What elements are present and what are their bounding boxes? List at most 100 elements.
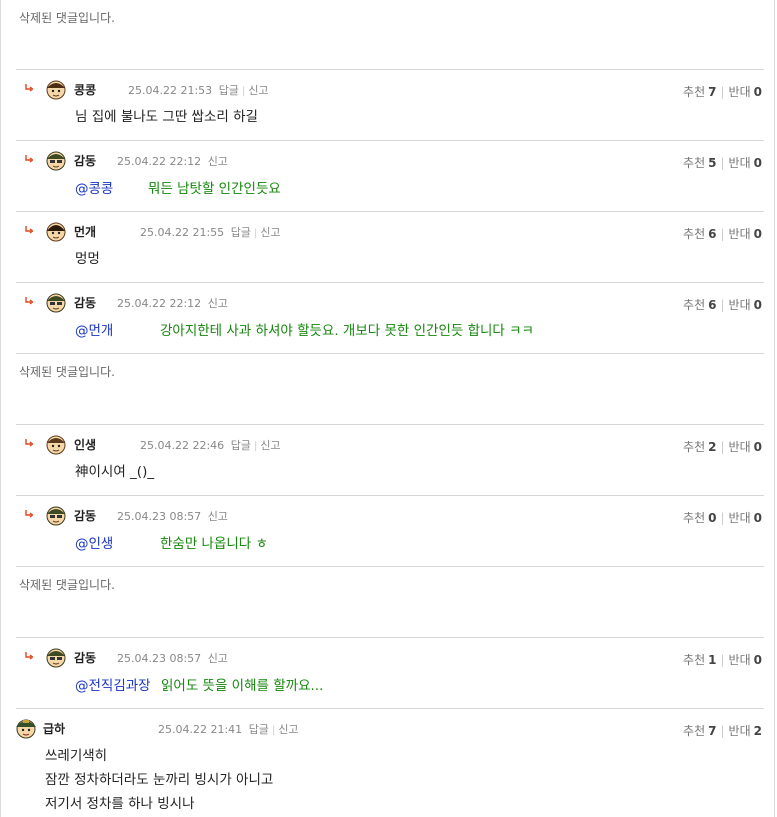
downvote-button[interactable]: 반대 0 — [729, 85, 762, 99]
comment-item: 감동 25.04.23 08:57 신고 추천 1 | 반대 0 @전직김과장 읽어도 … — [1, 638, 774, 708]
avatar-icon — [46, 151, 66, 171]
comment-text: 님 집에 불나도 그딴 쌉소리 하길 — [75, 109, 258, 125]
reply-arrow-icon — [25, 439, 33, 447]
downvote-button[interactable]: 반대 0 — [729, 227, 762, 241]
vote-counts: 추천 0 | 반대 0 — [683, 511, 762, 525]
comment-item: 급하 25.04.22 21:41 답글 | 신고 추천 7 | 반대 2 쓰레기색히 잠깐… — [1, 709, 774, 817]
mention-link[interactable]: @콩콩 — [75, 177, 113, 197]
upvote-button[interactable]: 추천 7 — [683, 85, 716, 99]
mention-link[interactable]: @전직김과장 — [75, 674, 151, 694]
reply-button[interactable]: 답글 — [249, 723, 269, 736]
comment-date: 25.04.23 08:57 — [117, 510, 202, 523]
comment-item: 감동 25.04.23 08:57 신고 추천 0 | 반대 0 @인생 한숨만 나옵니… — [1, 496, 774, 566]
reply-arrow-icon — [25, 226, 33, 234]
comment-author[interactable]: 콩콩 — [74, 81, 96, 98]
comment-item: 인생 25.04.22 22:46 답글 | 신고 추천 2 | 반대 0 神이시여 _()… — [1, 425, 774, 495]
reply-arrow-icon — [25, 84, 33, 92]
reply-arrow-icon — [25, 155, 33, 163]
avatar-icon — [46, 222, 66, 242]
upvote-button[interactable]: 추천 6 — [683, 298, 716, 312]
comment-author[interactable]: 감동 — [74, 507, 96, 524]
reply-arrow-icon — [25, 297, 33, 305]
comment-author[interactable]: 감동 — [74, 294, 96, 311]
avatar-icon — [46, 435, 66, 455]
comment-text: 한숨만 나옵니다 ㅎ — [160, 536, 268, 552]
report-button[interactable]: 신고 — [208, 510, 228, 523]
upvote-button[interactable]: 추천 7 — [683, 724, 716, 738]
comment-list: 삭제된 댓글입니다. 콩콩 25.04.22 21:53 답글 | 신고 추천 7 | 반… — [0, 0, 775, 817]
comment-meta: 25.04.22 22:46 답글 | 신고 — [140, 439, 281, 452]
comment-text-line: 쓰레기색히 — [45, 748, 108, 764]
upvote-button[interactable]: 추천 5 — [683, 156, 716, 170]
report-button[interactable]: 신고 — [208, 652, 228, 665]
downvote-button[interactable]: 반대 0 — [729, 298, 762, 312]
comment-text: 뭐든 남탓할 인간인듯요 — [148, 181, 281, 197]
downvote-button[interactable]: 반대 2 — [729, 724, 762, 738]
report-button[interactable]: 신고 — [278, 723, 298, 736]
upvote-button[interactable]: 추천 0 — [683, 511, 716, 525]
report-button[interactable]: 신고 — [208, 155, 228, 168]
deleted-comment-notice: 삭제된 댓글입니다. — [19, 578, 115, 592]
comment-item: 감동 25.04.22 22:12 신고 추천 5 | 반대 0 @콩콩 뭐든 남탓할 … — [1, 141, 774, 211]
comment-meta: 25.04.22 22:12 신고 — [117, 153, 228, 169]
comment-date: 25.04.22 21:53 — [128, 84, 213, 97]
avatar-icon — [16, 719, 36, 739]
comment-text: 읽어도 뜻을 이해를 할까요... — [161, 678, 324, 694]
comment-date: 25.04.22 22:12 — [117, 155, 202, 168]
upvote-button[interactable]: 추천 1 — [683, 653, 716, 667]
comment-date: 25.04.23 08:57 — [117, 652, 202, 665]
comment-item: 콩콩 25.04.22 21:53 답글 | 신고 추천 7 | 반대 0 님 집에 불나도… — [1, 70, 774, 140]
reply-button[interactable]: 답글 — [231, 439, 251, 452]
vote-counts: 추천 5 | 반대 0 — [683, 156, 762, 170]
vote-counts: 추천 1 | 반대 0 — [683, 653, 762, 667]
vote-counts: 추천 7 | 반대 0 — [683, 85, 762, 99]
avatar-icon — [46, 80, 66, 100]
vote-counts: 추천 6 | 반대 0 — [683, 298, 762, 312]
reply-button[interactable]: 답글 — [231, 226, 251, 239]
mention-link[interactable]: @먼개 — [75, 319, 113, 339]
comment-author[interactable]: 인생 — [74, 436, 96, 453]
upvote-button[interactable]: 추천 2 — [683, 440, 716, 454]
separator — [16, 353, 764, 354]
avatar-icon — [46, 648, 66, 668]
vote-counts: 추천 2 | 반대 0 — [683, 440, 762, 454]
comment-item: 감동 25.04.22 22:12 신고 추천 6 | 반대 0 @먼개 강아지한테 사… — [1, 283, 774, 353]
comment-text: 神이시여 _()_ — [75, 464, 155, 480]
comment-meta: 25.04.23 08:57 신고 — [117, 508, 228, 524]
reply-button[interactable]: 답글 — [219, 84, 239, 97]
upvote-button[interactable]: 추천 6 — [683, 227, 716, 241]
comment-meta: 25.04.22 21:53 답글 | 신고 — [128, 84, 269, 97]
comment-text-line: 잠깐 정차하더라도 눈까리 빙시가 아니고 — [45, 772, 274, 788]
comment-date: 25.04.22 22:46 — [140, 439, 225, 452]
comment-author[interactable]: 급하 — [43, 720, 65, 737]
reply-arrow-icon — [25, 652, 33, 660]
mention-link[interactable]: @인생 — [75, 532, 113, 552]
downvote-button[interactable]: 반대 0 — [729, 511, 762, 525]
downvote-button[interactable]: 반대 0 — [729, 156, 762, 170]
deleted-comment-notice: 삭제된 댓글입니다. — [19, 365, 115, 379]
downvote-button[interactable]: 반대 0 — [729, 653, 762, 667]
comment-date: 25.04.22 22:12 — [117, 297, 202, 310]
comment-text: 멍멍 — [75, 251, 100, 267]
comment-date: 25.04.22 21:55 — [140, 226, 225, 239]
report-button[interactable]: 신고 — [208, 297, 228, 310]
vote-counts: 추천 7 | 반대 2 — [683, 724, 762, 738]
report-button[interactable]: 신고 — [248, 84, 268, 97]
comment-author[interactable]: 먼개 — [74, 223, 96, 240]
report-button[interactable]: 신고 — [260, 226, 280, 239]
deleted-comment-notice: 삭제된 댓글입니다. — [19, 11, 115, 25]
comment-meta: 25.04.22 21:41 답글 | 신고 — [158, 723, 299, 736]
comment-author[interactable]: 감동 — [74, 649, 96, 666]
comment-meta: 25.04.22 21:55 답글 | 신고 — [140, 226, 281, 239]
avatar-icon — [46, 506, 66, 526]
comment-author[interactable]: 감동 — [74, 152, 96, 169]
reply-arrow-icon — [25, 510, 33, 518]
comment-text: 강아지한테 사과 하셔야 할듯요. 개보다 못한 인간인듯 합니다 ㅋㅋ — [160, 323, 534, 339]
separator — [16, 566, 764, 567]
comment-meta: 25.04.23 08:57 신고 — [117, 650, 228, 666]
downvote-button[interactable]: 반대 0 — [729, 440, 762, 454]
vote-counts: 추천 6 | 반대 0 — [683, 227, 762, 241]
report-button[interactable]: 신고 — [260, 439, 280, 452]
comment-date: 25.04.22 21:41 — [158, 723, 243, 736]
comment-item: 먼개 25.04.22 21:55 답글 | 신고 추천 6 | 반대 0 멍멍 — [1, 212, 774, 282]
